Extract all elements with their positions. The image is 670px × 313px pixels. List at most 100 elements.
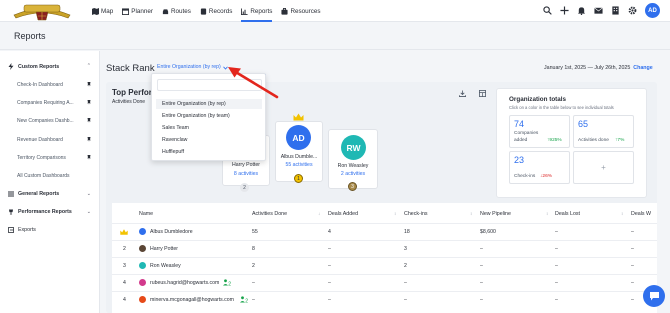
column-header-name[interactable]: Name: [139, 211, 153, 217]
pin-icon[interactable]: [87, 137, 91, 142]
table-row[interactable]: Albus Dumbledore 55 4 18 $8,600 – –: [112, 223, 657, 240]
cell-deals-won: –: [631, 297, 634, 303]
sidebar-item-exports[interactable]: Exports: [8, 227, 36, 233]
podium-activities[interactable]: 55 activities: [275, 162, 323, 168]
cell-name[interactable]: Ron Weasley: [150, 263, 181, 269]
map-icon: [92, 7, 99, 15]
sidebar-item-new-companies[interactable]: New Companies Dashb...: [17, 118, 74, 124]
column-header-activities[interactable]: Activities Done: [252, 211, 287, 217]
table-row[interactable]: 2 Harry Potter 8 – 3 – – –: [112, 240, 657, 257]
avatar: [139, 245, 146, 252]
plus-icon[interactable]: [560, 6, 569, 15]
menu-option-ravenclaw[interactable]: Ravenclaw: [156, 135, 262, 145]
table-row[interactable]: 4 minerva.mcgonagall@hogwarts.com 2 – – …: [112, 291, 657, 308]
pin-icon[interactable]: [87, 118, 91, 123]
nav-reports[interactable]: Reports: [241, 0, 273, 22]
nav-planner-label: Planner: [131, 7, 153, 15]
tile-trend: ↓26%: [540, 174, 552, 179]
sidebar-group-general-reports[interactable]: General Reports: [8, 191, 59, 197]
tile-activities-done[interactable]: 65 Activities done ↑7%: [573, 115, 634, 148]
menu-option-hufflepuff[interactable]: Hufflepuff: [156, 147, 262, 157]
chart-icon: [241, 7, 248, 15]
chat-support-button[interactable]: [643, 285, 665, 307]
sort-desc-icon[interactable]: ↓: [318, 211, 320, 216]
sidebar-group-label: Performance Reports: [18, 209, 72, 215]
cell-checkins: 3: [404, 246, 407, 252]
column-header-checkins[interactable]: Check-ins: [404, 211, 428, 217]
menu-option-org-by-rep[interactable]: Entire Organization (by rep): [156, 99, 262, 109]
table-row[interactable]: 3 Ron Weasley 2 – 2 – – –: [112, 257, 657, 274]
column-header-new-pipeline[interactable]: New Pipeline: [480, 211, 511, 217]
podium-activities[interactable]: 8 activities: [222, 171, 270, 177]
cell-deals-lost: –: [555, 280, 558, 286]
tile-value: 23: [514, 155, 525, 165]
cell-activities: 8: [252, 246, 255, 252]
menu-option-org-by-team[interactable]: Entire Organization (by team): [156, 111, 262, 121]
stack-rank-title: Stack Rank: [106, 63, 155, 74]
sort-icon[interactable]: ↕: [546, 211, 548, 216]
cell-name[interactable]: Albus Dumbledore: [150, 229, 193, 235]
sidebar-group-custom-reports[interactable]: Custom Reports: [8, 63, 59, 70]
search-icon[interactable]: [543, 6, 552, 15]
org-totals-title: Organization totals: [509, 96, 567, 103]
sidebar-item-companies-requiring[interactable]: Companies Requiring A...: [17, 100, 74, 106]
building-icon[interactable]: [611, 6, 620, 15]
tile-companies-added[interactable]: 74 Companies added ↑925%: [509, 115, 570, 148]
sidebar-item-all-custom-dashboards[interactable]: All Custom Dashboards: [17, 173, 70, 179]
cell-name[interactable]: Harry Potter: [150, 246, 178, 252]
tile-label: Check-ins: [514, 174, 536, 179]
sidebar-item-territory-comparisons[interactable]: Territory Comparisons: [17, 155, 66, 161]
nav-records[interactable]: Records: [200, 0, 232, 22]
top-actions: AD: [543, 3, 660, 18]
podium-activities[interactable]: 2 activities: [328, 171, 378, 177]
sidebar-item-checkin-dashboard[interactable]: Check-In Dashboard: [17, 82, 63, 88]
chevron-up-icon[interactable]: ⌃: [87, 63, 91, 69]
tile-value: 65: [578, 119, 589, 129]
menu-option-sales-team[interactable]: Sales Team: [156, 123, 262, 133]
gear-icon[interactable]: [628, 6, 637, 15]
cell-name[interactable]: minerva.mcgonagall@hogwarts.com: [150, 297, 234, 303]
nav-map[interactable]: Map: [92, 0, 113, 22]
svg-text:2: 2: [245, 299, 248, 304]
sort-icon[interactable]: ↕: [470, 211, 472, 216]
table-view-icon[interactable]: [479, 90, 486, 97]
page-title: Reports: [14, 31, 46, 41]
crown-icon: [120, 229, 128, 235]
tile-add-metric[interactable]: +: [573, 151, 634, 184]
column-header-deals-added[interactable]: Deals Added: [328, 211, 358, 217]
cell-deals-lost: –: [555, 246, 558, 252]
tile-check-ins[interactable]: 23 Check-ins ↓26%: [509, 151, 570, 184]
chevron-down-icon[interactable]: ⌄: [87, 191, 91, 197]
download-icon[interactable]: [459, 90, 466, 97]
crown-icon: [293, 113, 304, 121]
nav-records-label: Records: [208, 7, 233, 15]
briefcase-icon: [281, 7, 288, 15]
pin-icon[interactable]: [87, 155, 91, 160]
sort-icon[interactable]: ↕: [621, 211, 623, 216]
sort-icon[interactable]: ↕: [394, 211, 396, 216]
hogwarts-logo[interactable]: [10, 1, 74, 21]
cell-activities: 55: [252, 229, 258, 235]
rank-badge: 1: [294, 174, 303, 183]
sidebar-group-performance-reports[interactable]: Performance Reports: [8, 209, 72, 215]
bell-icon[interactable]: [577, 6, 586, 15]
cell-name[interactable]: rubeus.hagrid@hogwarts.com: [150, 280, 219, 286]
org-totals-subtitle: Click on a color in the table below to s…: [509, 105, 614, 110]
pin-icon[interactable]: [87, 82, 91, 87]
chevron-down-icon[interactable]: ⌄: [87, 209, 91, 215]
user-avatar[interactable]: AD: [645, 3, 660, 18]
pin-icon[interactable]: [87, 100, 91, 105]
nav-routes[interactable]: Routes: [162, 0, 191, 22]
mail-icon[interactable]: [594, 6, 603, 15]
column-header-deals-won[interactable]: Deals W: [631, 211, 651, 217]
sidebar-item-revenue-dashboard[interactable]: Revenue Dashboard: [17, 137, 63, 143]
change-date-link[interactable]: Change: [633, 65, 652, 71]
calendar-icon: [122, 7, 130, 15]
annotation-arrow-icon: [228, 67, 279, 99]
column-header-deals-lost[interactable]: Deals Lost: [555, 211, 580, 217]
nav-resources[interactable]: Resources: [281, 0, 321, 22]
cell-deals-lost: –: [555, 263, 558, 269]
nav-planner[interactable]: Planner: [122, 0, 153, 22]
tile-trend-value: 925%: [549, 138, 562, 143]
table-row[interactable]: 4 rubeus.hagrid@hogwarts.com 2 – – – – –…: [112, 274, 657, 291]
